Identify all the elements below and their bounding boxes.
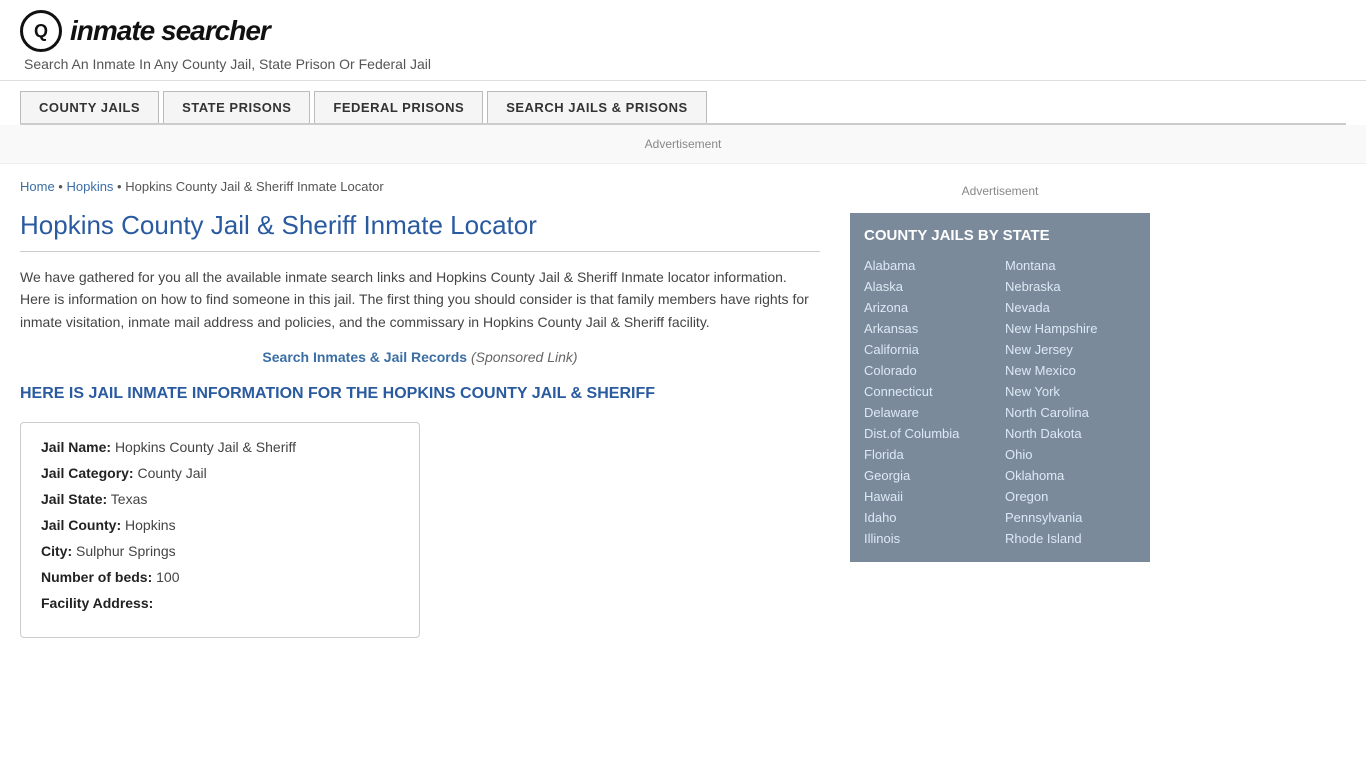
federal-prisons-btn[interactable]: FEDERAL PRISONS (314, 91, 483, 123)
main-content: Home • Hopkins • Hopkins County Jail & S… (20, 164, 840, 653)
state-link[interactable]: Arkansas (864, 319, 995, 338)
state-link[interactable]: Hawaii (864, 487, 995, 506)
header: Q inmate searcher Search An Inmate In An… (0, 0, 1366, 81)
state-link[interactable]: Ohio (1005, 445, 1136, 464)
city-value: Sulphur Springs (76, 543, 176, 559)
jail-category-value: County Jail (137, 465, 206, 481)
state-link[interactable]: Colorado (864, 361, 995, 380)
sponsored-link[interactable]: Search Inmates & Jail Records (262, 349, 467, 365)
breadcrumb: Home • Hopkins • Hopkins County Jail & S… (20, 179, 820, 194)
state-link[interactable]: New Hampshire (1005, 319, 1136, 338)
county-jails-btn[interactable]: COUNTY JAILS (20, 91, 159, 123)
sponsored-label: (Sponsored Link) (471, 349, 578, 365)
state-link[interactable]: Nevada (1005, 298, 1136, 317)
state-link[interactable]: New Jersey (1005, 340, 1136, 359)
nav-bar: COUNTY JAILS STATE PRISONS FEDERAL PRISO… (20, 91, 1346, 125)
facility-address-label: Facility Address: (41, 595, 153, 611)
state-link[interactable]: Illinois (864, 529, 995, 548)
num-beds-row: Number of beds: 100 (41, 569, 399, 585)
sidebar-ad: Advertisement (850, 174, 1150, 213)
description-text: We have gathered for you all the availab… (20, 266, 820, 333)
jail-name-row: Jail Name: Hopkins County Jail & Sheriff (41, 439, 399, 455)
logo-text: inmate searcher (70, 15, 270, 47)
state-link[interactable]: Dist.of Columbia (864, 424, 995, 443)
state-link[interactable]: Nebraska (1005, 277, 1136, 296)
jail-category-label: Jail Category: (41, 465, 134, 481)
state-link[interactable]: Delaware (864, 403, 995, 422)
state-prisons-btn[interactable]: STATE PRISONS (163, 91, 310, 123)
state-link[interactable]: Idaho (864, 508, 995, 527)
search-jails-btn[interactable]: SEARCH JAILS & PRISONS (487, 91, 706, 123)
tagline: Search An Inmate In Any County Jail, Sta… (24, 56, 1346, 72)
breadcrumb-current: Hopkins County Jail & Sheriff Inmate Loc… (125, 179, 383, 194)
jail-name-label: Jail Name: (41, 439, 111, 455)
jail-state-value: Texas (111, 491, 148, 507)
jail-county-value: Hopkins (125, 517, 176, 533)
state-columns: Alabama Alaska Arizona Arkansas California Co… (864, 256, 1136, 548)
breadcrumb-home[interactable]: Home (20, 179, 55, 194)
state-col-2: Montana Nebraska Nevada New Hampshire New Je… (1005, 256, 1136, 548)
jail-info-header: HERE IS JAIL INMATE INFORMATION FOR THE … (20, 383, 820, 405)
sponsored-link-area: Search Inmates & Jail Records (Sponsored… (20, 349, 820, 365)
state-link[interactable]: Arizona (864, 298, 995, 317)
jail-state-label: Jail State: (41, 491, 107, 507)
jail-detail-box: Jail Name: Hopkins County Jail & Sheriff… (20, 422, 420, 638)
num-beds-label: Number of beds: (41, 569, 152, 585)
state-col-1: Alabama Alaska Arizona Arkansas California Co… (864, 256, 995, 548)
breadcrumb-hopkins[interactable]: Hopkins (66, 179, 113, 194)
state-link[interactable]: Oklahoma (1005, 466, 1136, 485)
state-link[interactable]: Pennsylvania (1005, 508, 1136, 527)
state-link[interactable]: Connecticut (864, 382, 995, 401)
logo-area: Q inmate searcher (20, 10, 1346, 52)
state-link[interactable]: Montana (1005, 256, 1136, 275)
logo-icon: Q (20, 10, 62, 52)
state-link[interactable]: New York (1005, 382, 1136, 401)
city-row: City: Sulphur Springs (41, 543, 399, 559)
jail-county-row: Jail County: Hopkins (41, 517, 399, 533)
content-wrapper: Home • Hopkins • Hopkins County Jail & S… (0, 164, 1366, 653)
city-label: City: (41, 543, 72, 559)
state-link[interactable]: Georgia (864, 466, 995, 485)
state-link[interactable]: Alabama (864, 256, 995, 275)
state-link[interactable]: North Dakota (1005, 424, 1136, 443)
state-link[interactable]: Alaska (864, 277, 995, 296)
county-jails-box: COUNTY JAILS BY STATE Alabama Alaska Arizo… (850, 213, 1150, 562)
jail-state-row: Jail State: Texas (41, 491, 399, 507)
state-link[interactable]: Rhode Island (1005, 529, 1136, 548)
jail-category-row: Jail Category: County Jail (41, 465, 399, 481)
jail-county-label: Jail County: (41, 517, 121, 533)
state-link[interactable]: New Mexico (1005, 361, 1136, 380)
num-beds-value: 100 (156, 569, 179, 585)
ad-banner: Advertisement (0, 125, 1366, 164)
sidebar: Advertisement COUNTY JAILS BY STATE Alab… (840, 164, 1150, 653)
jail-name-val: Hopkins County Jail & Sheriff (115, 439, 296, 455)
state-link[interactable]: Oregon (1005, 487, 1136, 506)
state-link[interactable]: California (864, 340, 995, 359)
state-link[interactable]: Florida (864, 445, 995, 464)
county-jails-title: COUNTY JAILS BY STATE (864, 227, 1136, 244)
page-title: Hopkins County Jail & Sheriff Inmate Loc… (20, 210, 820, 252)
facility-address-row: Facility Address: (41, 595, 399, 611)
state-link[interactable]: North Carolina (1005, 403, 1136, 422)
